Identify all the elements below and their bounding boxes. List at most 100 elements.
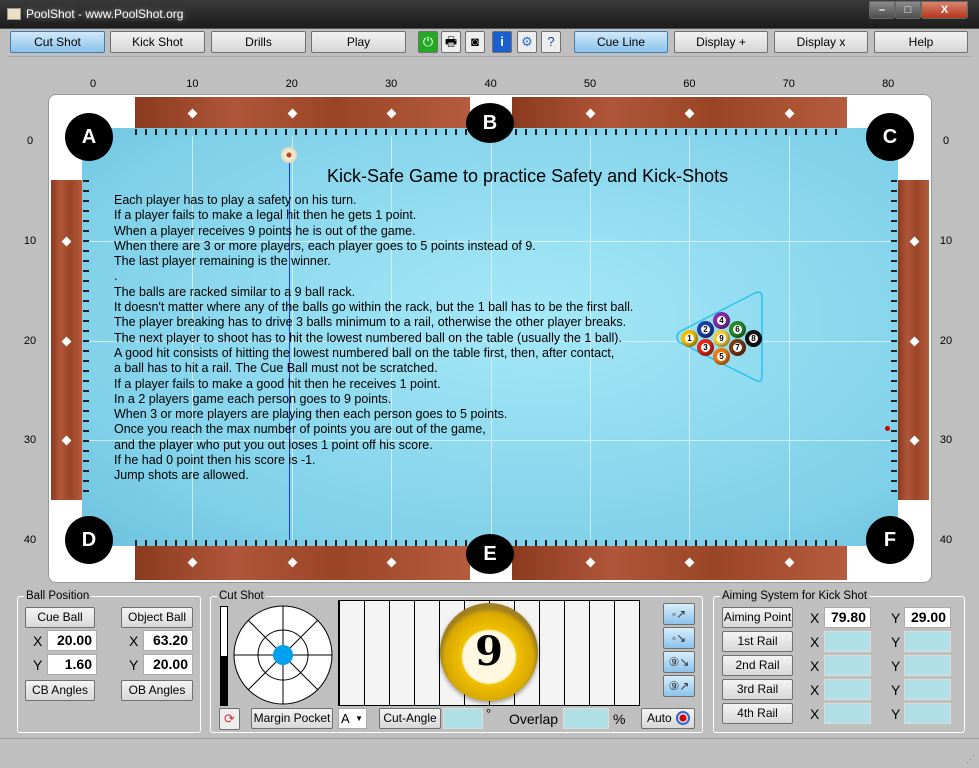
top-rail-right [512,97,847,129]
ball-2[interactable]: 2 [697,321,714,338]
play-button[interactable]: Play [311,31,406,53]
cb-y-field[interactable]: 1.60 [47,654,97,675]
aiming-point-y-field[interactable]: 29.00 [904,607,951,628]
ball-4[interactable]: 4 [713,312,730,329]
close-button[interactable]: X [921,1,968,19]
ball-5[interactable]: 5 [713,348,730,365]
rail-1-x-field[interactable] [824,631,871,652]
ball-number: 1 [685,334,694,343]
cut-angle-field[interactable] [443,708,483,729]
power-meter[interactable] [220,606,228,706]
rail-3-x-label: X [810,682,820,698]
resize-grip-icon[interactable]: ⋰ [966,754,975,765]
ob-x-field[interactable]: 63.20 [143,630,193,651]
object-ball-button[interactable]: Object Ball [121,607,193,628]
ball-3[interactable]: 3 [697,339,714,356]
rail-3-y-field[interactable] [904,679,951,700]
rule-line: A good hit consists of hitting the lowes… [114,345,615,360]
pocket-select[interactable]: A ▼ [338,708,367,729]
rail-3-x-field[interactable] [824,679,871,700]
display-plus-system-button[interactable]: Display + System [674,31,768,69]
grid-line-vertical [788,136,790,540]
cb-x-field[interactable]: 20.00 [47,630,97,651]
rail-4-y-field[interactable] [904,703,951,724]
ball-9[interactable]: 9 [713,330,730,347]
ob-y-field[interactable]: 20.00 [143,654,193,675]
pocket-e[interactable]: E [466,534,514,574]
rule-line: Each player has to play a safety on his … [114,193,357,207]
aiming-point-button[interactable]: Aiming Point [722,607,793,628]
info-icon[interactable]: i [492,31,512,53]
rail-4-x-field[interactable] [824,703,871,724]
aiming-point-y-label: Y [891,610,901,626]
pocket-f[interactable]: F [866,516,914,564]
settings-icon[interactable]: ⚙ [517,31,537,53]
ball-1[interactable]: 1 [681,330,698,347]
drills-button[interactable]: Drills [211,31,306,53]
shot-type-bank-icon[interactable]: ⑨↗ [663,675,695,697]
shot-type-one-rail-icon[interactable]: ◦↘ [663,627,695,649]
status-bar: ⋰ [0,738,979,768]
rail-4-button[interactable]: 4th Rail [722,703,793,724]
cue-ball[interactable] [281,147,297,163]
bottom-rail-right [512,546,847,580]
ball-8[interactable]: 8 [745,330,762,347]
x-axis-label: 40 [484,78,497,90]
window-title: PoolShot - www.PoolShot.org [26,7,184,21]
kick-shot-button[interactable]: Kick Shot [110,31,205,53]
rail-1-y-field[interactable] [904,631,951,652]
minimize-button[interactable]: – [869,1,895,19]
rule-line: The last player remaining is the winner. [114,254,331,269]
rail-4-x-label: X [810,706,820,722]
shot-type-straight-icon[interactable]: ◦↗ [663,603,695,625]
right-ruler [891,180,897,500]
pocket-c[interactable]: C [866,113,914,161]
print-icon[interactable]: 🖶 [441,31,461,53]
rule-line: Once you reach the max number of points … [114,422,486,437]
pocket-d[interactable]: D [65,516,113,564]
cue-tip-target[interactable] [233,605,334,706]
top-rail-left [135,97,470,129]
rule-line: a ball has to hit a rail. The Cue Ball m… [114,361,438,376]
aiming-point-x-field[interactable]: 79.80 [824,607,871,628]
rail-1-button[interactable]: 1st Rail [722,631,793,652]
refresh-icon[interactable]: ⟳ [219,708,240,730]
ball-position-legend: Ball Position [26,590,90,602]
x-axis-label: 80 [882,78,895,90]
auto-button[interactable]: Auto [641,708,695,729]
cb-x-label: X [33,633,43,649]
rail-2-x-field[interactable] [824,655,871,676]
x-axis-label: 50 [583,78,597,90]
ball-7[interactable]: 7 [729,339,746,356]
ob-angles-button[interactable]: OB Angles [121,680,193,701]
help-button[interactable]: Help [874,31,968,53]
crosshair-icon [676,711,690,725]
rail-2-button[interactable]: 2nd Rail [722,655,793,676]
cue-ball-button[interactable]: Cue Ball [25,607,95,628]
rule-line: Jump shots are allowed. [114,468,249,483]
rail-2-y-field[interactable] [904,655,951,676]
pocket-a[interactable]: A [65,113,113,161]
cut-angle-button[interactable]: Cut-Angle [379,708,441,729]
ball-6[interactable]: 6 [729,321,746,338]
power-icon[interactable]: ⏻ [418,31,438,53]
margin-pocket-button[interactable]: Margin Pocket [251,708,333,729]
cut-shot-legend: Cut Shot [219,590,264,602]
maximize-button[interactable]: □ [895,1,921,19]
rule-line: and the player who put you out loses 1 p… [114,437,433,452]
app-icon [7,8,21,20]
y-axis-label-left: 0 [26,135,34,147]
help-doc-icon[interactable]: ? [541,31,561,53]
overlap-field[interactable] [563,708,609,729]
camera-icon[interactable]: ◙ [465,31,485,53]
rail-3-button[interactable]: 3rd Rail [722,679,793,700]
display-x-system-button[interactable]: Display x System [774,31,868,69]
rule-line: When a player receives 9 points he is ou… [114,223,416,238]
cut-shot-button[interactable]: Cut Shot [10,31,105,53]
pocket-b[interactable]: B [466,103,514,143]
shot-type-object-rail-icon[interactable]: ⑨↘ [663,651,695,673]
x-axis-label: 30 [385,78,398,90]
cb-angles-button[interactable]: CB Angles [25,680,95,701]
percent-label: % [613,711,626,727]
cue-line-button[interactable]: Cue Line [574,31,668,53]
